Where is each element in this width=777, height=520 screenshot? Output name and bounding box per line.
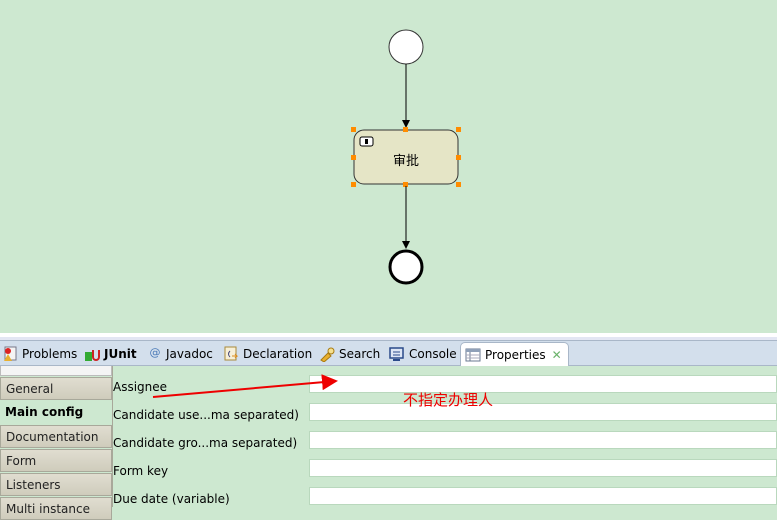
annotation-arrow [152, 374, 338, 398]
annotation-layer [152, 374, 338, 398]
annotation-text: 不指定办理人 [403, 391, 494, 409]
